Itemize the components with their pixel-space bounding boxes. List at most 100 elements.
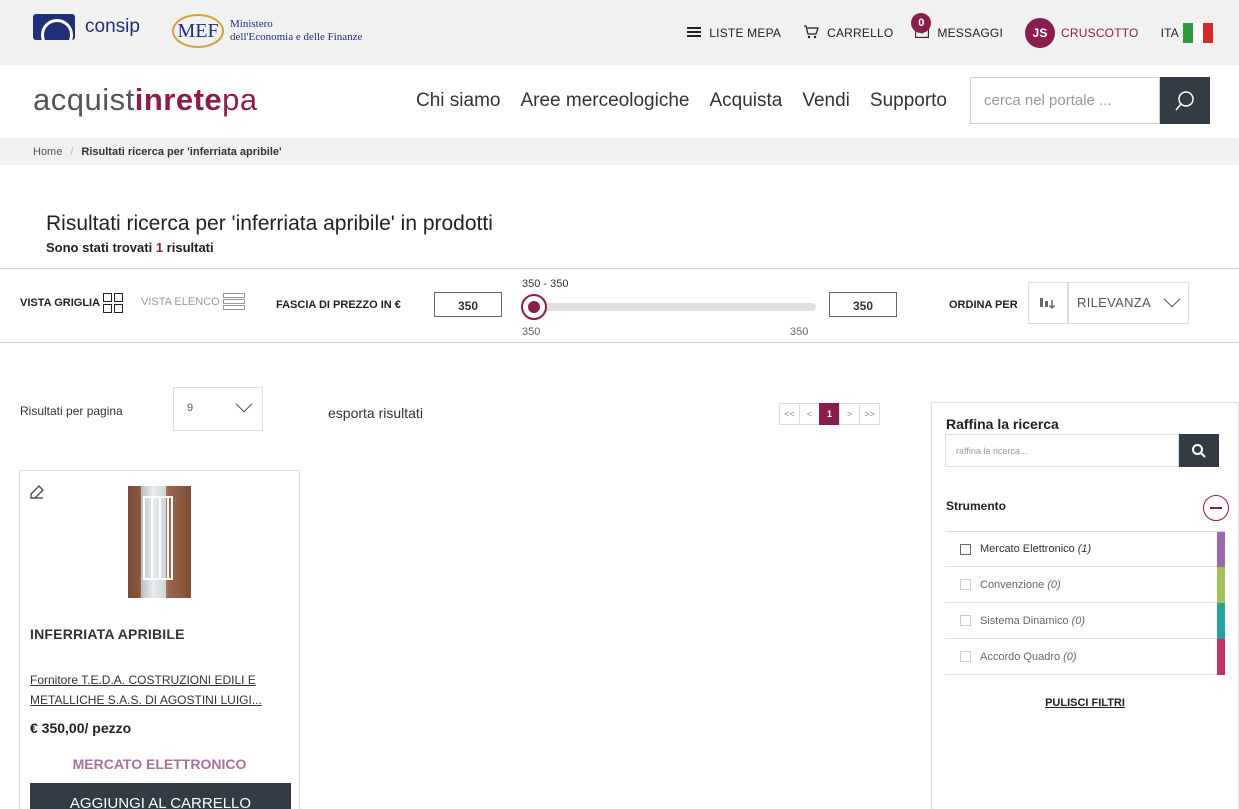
supplier-link[interactable]: Fornitore T.E.D.A. COSTRUZIONI EDILI E M…	[30, 670, 280, 710]
market-label: MERCATO ELETTRONICO	[72, 756, 247, 772]
product-image[interactable]	[128, 486, 191, 598]
search-button[interactable]	[1160, 77, 1210, 124]
pagination-last[interactable]: >>	[859, 403, 880, 425]
price-min-input[interactable]: 350	[434, 292, 502, 317]
list-view-icon	[222, 293, 245, 311]
clear-filters-link[interactable]: PULISCI FILTRI	[932, 697, 1238, 709]
mef-name: Ministero dell'Economia e delle Finanze	[230, 18, 362, 44]
menu-icon	[687, 25, 702, 41]
page-title: Risultati ricerca per 'inferriata apribi…	[46, 212, 493, 235]
messaggi-link[interactable]: 0 MESSAGGI	[911, 13, 1004, 41]
avatar: JS	[1025, 18, 1056, 48]
consip-logo-icon	[33, 14, 75, 40]
filter-checkbox[interactable]	[960, 615, 971, 626]
price-range-label: FASCIA DI PREZZO IN €	[276, 299, 401, 311]
sort-direction-button[interactable]	[1028, 282, 1068, 324]
price-range-value: 350 - 350	[522, 278, 569, 290]
price-max-input[interactable]: 350	[829, 292, 897, 317]
cruscotto-label: CRUSCOTTO	[1061, 26, 1139, 40]
strumento-filters: Mercato Elettronico (1) Convenzione (0) …	[945, 531, 1225, 675]
nav-vendi[interactable]: Vendi	[802, 90, 850, 112]
brand-part1: acquist	[33, 82, 135, 117]
filter-sistema-dinamico[interactable]: Sistema Dinamico (0)	[945, 603, 1225, 639]
product-name[interactable]: INFERRIATA APRIBILE	[30, 626, 185, 642]
refine-search-input[interactable]: raffina la ricerca...	[945, 434, 1179, 467]
language-label: ITA	[1160, 26, 1179, 40]
nav-supporto[interactable]: Supporto	[870, 90, 947, 112]
vista-elenco-button[interactable]: VISTA ELENCO	[141, 293, 245, 311]
filter-count: (0)	[1071, 614, 1086, 627]
product-price: € 350,00/ pezzo	[30, 720, 132, 736]
add-to-cart-button[interactable]: AGGIUNGI AL CARRELLO	[30, 783, 291, 809]
filter-convenzione[interactable]: Convenzione (0)	[945, 567, 1225, 603]
filter-label: Convenzione	[980, 578, 1045, 591]
per-page-value: 9	[187, 402, 194, 414]
results-count-suffix: risultati	[166, 240, 214, 255]
filter-checkbox[interactable]	[960, 543, 971, 555]
mef-line1: Ministero	[230, 18, 273, 30]
per-page-select[interactable]: 9	[173, 387, 263, 431]
breadcrumb-home[interactable]: Home	[33, 146, 62, 158]
slider-max-label: 350	[790, 326, 809, 338]
mef-abbr: MEF	[172, 14, 224, 48]
refine-search-button[interactable]	[1179, 434, 1219, 467]
consip-label: consip	[85, 16, 140, 37]
chevron-down-icon	[1163, 290, 1181, 308]
strumento-label: Strumento	[946, 499, 1006, 513]
breadcrumb-current: Risultati ricerca per 'inferriata apribi…	[81, 146, 282, 158]
pagination-prev[interactable]: <	[799, 403, 820, 425]
filter-label: Accordo Quadro	[980, 650, 1061, 663]
filter-checkbox[interactable]	[960, 651, 971, 662]
nav-chi-siamo[interactable]: Chi siamo	[416, 90, 500, 112]
slider-min-label: 350	[522, 326, 541, 338]
brand-part3: pa	[222, 82, 258, 117]
order-select[interactable]: RILEVANZA	[1068, 282, 1189, 324]
language-selector[interactable]: ITA	[1161, 23, 1213, 43]
results-count-number: 1	[155, 240, 164, 255]
pagination: << < 1 > >>	[779, 403, 880, 425]
cart-icon	[803, 24, 819, 42]
filter-mercato-elettronico[interactable]: Mercato Elettronico (1)	[945, 531, 1225, 568]
mef-logo[interactable]: MEF Ministero dell'Economia e delle Fina…	[172, 14, 362, 48]
site-logo[interactable]: acquistinretepa	[33, 82, 258, 118]
export-results-link[interactable]: esporta risultati	[328, 405, 423, 421]
pagination-page-1[interactable]: 1	[819, 403, 840, 425]
search-icon	[1175, 90, 1194, 110]
liste-mepa-link[interactable]: LISTE MEPA	[687, 25, 781, 41]
carrello-label: CARRELLO	[827, 26, 894, 40]
product-card: INFERRIATA APRIBILE Fornitore T.E.D.A. C…	[19, 470, 300, 809]
collapse-minus-icon[interactable]	[1203, 495, 1229, 521]
filter-color-bar	[1217, 639, 1225, 675]
top-actions: LISTE MEPA CARRELLO 0 MESSAGGI JS CRUSCO…	[665, 13, 1213, 48]
sort-icon	[1040, 298, 1056, 310]
grid-view-icon	[103, 293, 124, 313]
consip-logo[interactable]: consip	[33, 14, 140, 40]
edit-icon[interactable]	[28, 483, 46, 506]
messaggi-label: MESSAGGI	[937, 26, 1004, 40]
vista-griglia-label: VISTA GRIGLIA	[20, 297, 101, 309]
top-bar: consip MEF Ministero dell'Economia e del…	[0, 0, 1239, 65]
filter-count: (0)	[1047, 578, 1061, 591]
breadcrumb-separator: /	[70, 146, 74, 158]
pagination-next[interactable]: >	[839, 403, 860, 425]
vista-griglia-button[interactable]: VISTA GRIGLIA	[20, 293, 124, 313]
carrello-link[interactable]: CARRELLO	[803, 24, 894, 42]
price-slider-track[interactable]	[522, 303, 816, 311]
order-value: RILEVANZA	[1077, 295, 1151, 310]
nav-acquista[interactable]: Acquista	[709, 90, 782, 112]
pagination-first[interactable]: <<	[779, 403, 800, 425]
brand-part2: inrete	[134, 82, 223, 117]
search-input[interactable]: cerca nel portale ...	[970, 77, 1160, 124]
chevron-down-icon	[235, 395, 253, 413]
cruscotto-link[interactable]: JS CRUSCOTTO	[1025, 18, 1139, 48]
nav-aree-merceologiche[interactable]: Aree merceologiche	[520, 90, 689, 112]
filter-checkbox[interactable]	[960, 579, 971, 590]
price-slider-handle[interactable]	[521, 294, 547, 320]
filter-color-bar	[1217, 567, 1225, 603]
filter-color-bar	[1217, 603, 1225, 639]
ordina-per-label: ORDINA PER	[949, 299, 1018, 311]
filter-accordo-quadro[interactable]: Accordo Quadro (0)	[945, 639, 1225, 675]
refine-title: Raffina la ricerca	[946, 416, 1059, 432]
results-count-prefix: Sono stati trovati	[46, 240, 153, 255]
divider	[0, 268, 1239, 269]
